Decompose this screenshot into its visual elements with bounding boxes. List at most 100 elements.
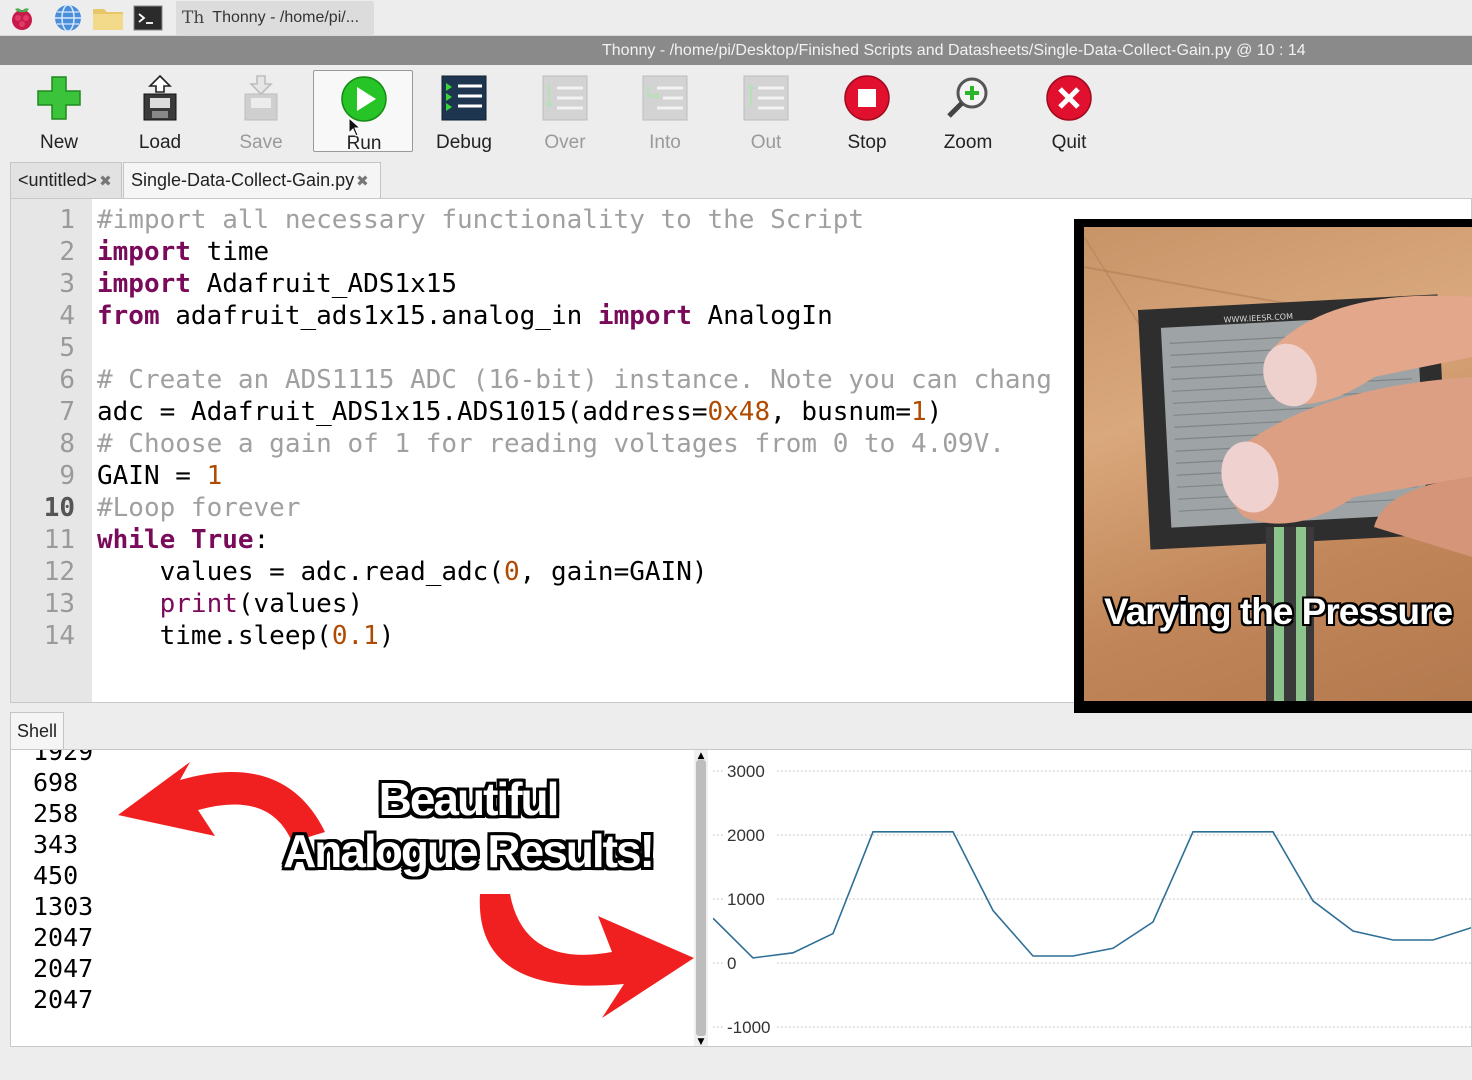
load-label: Load	[138, 132, 182, 153]
run-button[interactable]: Run	[313, 70, 413, 154]
code-line[interactable]: values = adc.read_adc(0, gain=GAIN)	[97, 556, 708, 588]
shell-output-line: 343	[33, 830, 79, 859]
play-icon	[341, 76, 387, 122]
code-line[interactable]: #import all necessary functionality to t…	[97, 204, 864, 236]
code-token: , gain=GAIN)	[519, 557, 708, 587]
line-number: 7	[59, 397, 75, 427]
code-line[interactable]: #Loop forever	[97, 492, 301, 524]
code-token: GAIN =	[97, 461, 207, 491]
load-button[interactable]: Load	[110, 70, 210, 153]
shell-output-line: 258	[33, 799, 79, 828]
save-label: Save	[239, 132, 283, 153]
window-title-bar[interactable]: Thonny - /home/pi/Desktop/Finished Scrip…	[0, 36, 1472, 65]
series-line	[713, 831, 1471, 959]
shell-tab-label: Shell	[17, 721, 58, 741]
line-number: 4	[59, 301, 75, 331]
quit-icon	[1046, 75, 1092, 121]
tab-shell[interactable]: Shell	[10, 712, 65, 749]
web-browser-icon[interactable]	[52, 3, 84, 33]
debug-button[interactable]: Debug	[414, 70, 514, 153]
code-token: :	[253, 525, 270, 555]
zoom-button[interactable]: Zoom	[918, 70, 1018, 153]
step-into-icon	[642, 75, 688, 121]
out-label: Out	[750, 132, 782, 153]
step-into-button[interactable]: Into	[615, 70, 715, 153]
quit-label: Quit	[1051, 132, 1087, 153]
annotation-line-1: Beautiful	[378, 773, 560, 825]
shell-output-line: 2047	[33, 954, 94, 983]
stop-button[interactable]: Stop	[817, 70, 917, 153]
code-token: values = adc.read_adc(	[97, 557, 504, 587]
taskbar-thonny-task[interactable]: Th Thonny - /home/pi/...	[176, 1, 374, 35]
code-token: import	[97, 237, 191, 267]
code-token: 0x48	[707, 397, 771, 427]
video-frame: WWW.IEESR.COM Varying the Pressure	[1084, 227, 1472, 701]
code-line[interactable]: GAIN = 1	[97, 460, 222, 492]
code-line[interactable]: adc = Adafruit_ADS1x15.ADS1015(address=0…	[97, 396, 942, 428]
scroll-down-arrow-icon[interactable]: ▼	[695, 1037, 707, 1046]
code-line[interactable]: # Choose a gain of 1 for reading voltage…	[97, 428, 1005, 460]
tab-untitled-close-icon[interactable]: ✖	[99, 173, 112, 190]
shell-output-line: 1929	[33, 749, 94, 766]
os-taskbar: Th Thonny - /home/pi/...	[0, 0, 1472, 36]
code-token: adafruit_ads1x15.analog_in	[159, 301, 598, 331]
file-manager-icon[interactable]	[92, 3, 124, 33]
code-token: time	[190, 237, 270, 267]
y-tick-label: 0	[727, 954, 736, 973]
raspberry-menu-icon[interactable]	[6, 3, 38, 33]
code-line[interactable]: while True:	[97, 524, 269, 556]
step-over-button[interactable]: Over	[515, 70, 615, 153]
code-token: #import all necessary functionality to t…	[97, 205, 865, 235]
code-line[interactable]: import time	[97, 236, 269, 268]
plotter-chart: 3000 2000 1000 0 -1000	[713, 750, 1471, 1046]
code-token: (values)	[237, 589, 364, 619]
annotation-line-2: Analogue Results!	[283, 825, 655, 877]
y-tick-label: 1000	[727, 890, 765, 909]
code-token: 1	[911, 397, 927, 427]
code-token: #Loop forever	[97, 493, 301, 523]
window-title: Thonny - /home/pi/Desktop/Finished Scrip…	[602, 42, 1306, 59]
shell-output-line: 698	[33, 768, 79, 797]
magnifier-icon	[947, 77, 988, 118]
toolbar: New Load Save Run Debug Over Into Out St…	[0, 65, 1472, 160]
code-line[interactable]: from adafruit_ads1x15.analog_in import A…	[97, 300, 833, 332]
code-line[interactable]: # Create an ADS1115 ADC (16-bit) instanc…	[97, 364, 1052, 396]
y-tick-label: -1000	[727, 1018, 770, 1037]
code-line[interactable]: time.sleep(0.1)	[97, 620, 395, 652]
code-token: )	[926, 397, 943, 427]
save-file-icon	[244, 75, 278, 121]
tab-untitled[interactable]: <untitled> ✖	[10, 162, 122, 198]
line-number-gutter: 1 2 3 4 5 6 7 8 9 10 11 12 13 14	[11, 199, 92, 702]
code-line[interactable]: import Adafruit_ADS1x15	[97, 268, 457, 300]
line-number: 9	[59, 461, 75, 491]
debug-icon	[441, 75, 487, 121]
terminal-icon[interactable]	[132, 3, 164, 33]
step-out-button[interactable]: Out	[716, 70, 816, 153]
code-token: 0	[504, 557, 520, 587]
line-number: 8	[59, 429, 75, 459]
code-token: import	[97, 269, 191, 299]
code-line[interactable]: print(values)	[97, 588, 364, 620]
y-tick-label: 3000	[727, 762, 765, 781]
code-token: AnalogIn	[691, 301, 833, 331]
code-token: )	[378, 621, 395, 651]
mouse-cursor-icon	[348, 117, 362, 137]
new-button[interactable]: New	[9, 70, 109, 153]
taskbar-task-label: Thonny - /home/pi/...	[212, 9, 360, 26]
new-label: New	[39, 132, 78, 153]
code-token: 1	[206, 461, 223, 491]
stop-label: Stop	[847, 132, 887, 153]
tab-single-data-collect-gain[interactable]: Single-Data-Collect-Gain.py ✖	[123, 162, 381, 198]
shell-output-line: 1303	[33, 892, 94, 921]
quit-button[interactable]: Quit	[1019, 70, 1119, 153]
thonny-app-icon: Th	[182, 8, 205, 28]
code-token: adc = Adafruit_ADS1x15.ADS1015(address=	[97, 397, 708, 427]
line-number: 2	[59, 237, 75, 267]
code-token: time.sleep(	[97, 621, 332, 651]
tab-active-close-icon[interactable]: ✖	[356, 173, 369, 190]
code-token: 0.1	[331, 621, 379, 651]
load-file-icon	[143, 74, 177, 121]
save-button[interactable]: Save	[211, 70, 311, 153]
